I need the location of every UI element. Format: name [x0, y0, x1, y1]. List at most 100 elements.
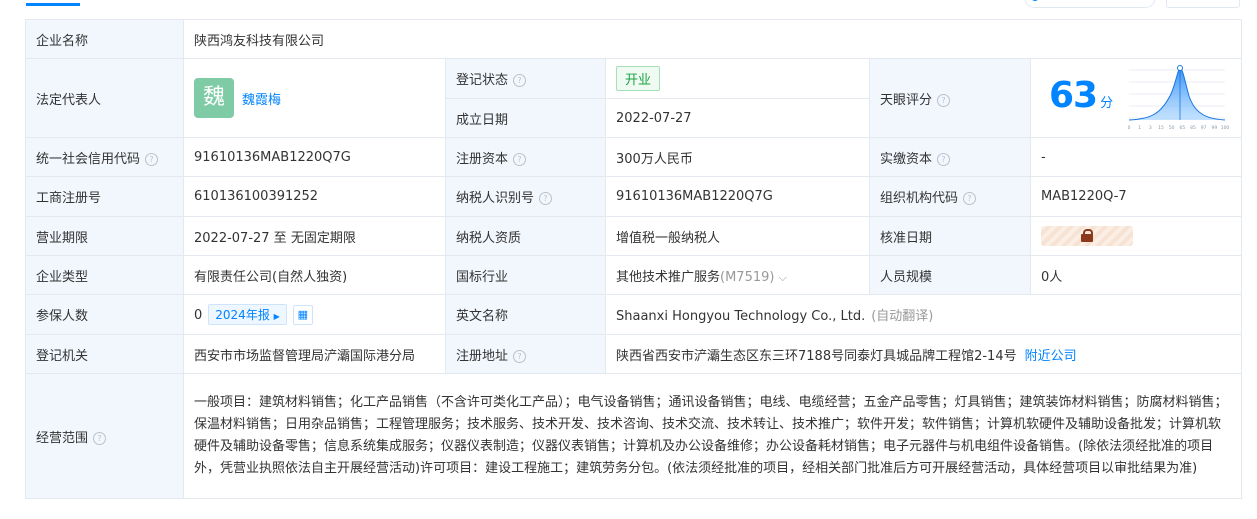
taxpayer-qual-label: 纳税人资质	[445, 216, 606, 256]
approval-date-cell	[1030, 216, 1242, 256]
table-row: 经营范围? 一般项目：建筑材料销售；化工产品销售（不含许可类化工产品）；电气设备…	[25, 373, 1242, 499]
locked-value-button[interactable]	[1041, 226, 1133, 246]
address-value: 陕西省西安市浐灞生态区东三环7188号同泰灯具城品牌工程馆2-14号	[616, 348, 1017, 364]
table-row: 企业名称 陕西鸿友科技有限公司	[25, 19, 1242, 59]
nearby-companies-link[interactable]: 附近公司	[1025, 349, 1077, 364]
reg-capital-value: 300万人民币	[605, 137, 870, 177]
scope-label-cell: 经营范围?	[25, 373, 184, 499]
tick-label: 65	[1179, 125, 1185, 131]
address-label: 注册地址	[456, 348, 509, 364]
tick-label: 1	[1138, 125, 1141, 131]
type-label: 企业类型	[25, 255, 184, 295]
term-label: 营业期限	[25, 216, 184, 256]
address-label-cell: 注册地址?	[445, 334, 606, 374]
taxpayer-id-value: 91610136MAB1220Q7G	[605, 176, 870, 217]
report-year-label: 2024年报	[215, 307, 270, 322]
tick-label: 50	[1169, 125, 1175, 131]
legal-rep-link[interactable]: 魏霞梅	[242, 93, 281, 108]
biz-reg-no-label: 工商注册号	[25, 176, 184, 217]
report-year-button[interactable]: 2024年报 ▶	[208, 303, 287, 325]
question-circle-icon[interactable]: ?	[145, 152, 159, 166]
credit-code-label-cell: 统一社会信用代码?	[25, 137, 184, 177]
reg-status-label-cell: 登记状态?	[445, 58, 606, 99]
org-code-value: MAB1220Q-7	[1030, 176, 1242, 217]
address-cell: 陕西省西安市浐灞生态区东三环7188号同泰灯具城品牌工程馆2-14号 附近公司	[605, 334, 1242, 374]
avatar[interactable]: 魏	[194, 78, 234, 118]
tick-label: 0	[1128, 125, 1131, 131]
top-action-button[interactable]	[1166, 0, 1240, 8]
en-name-cell: Shaanxi Hongyou Technology Co., Ltd. (自动翻…	[605, 294, 1242, 335]
industry-code: (M7519)	[720, 269, 775, 285]
question-circle-icon[interactable]: ?	[963, 192, 977, 205]
score-label-cell: 天眼评分?	[869, 58, 1031, 138]
question-circle-icon[interactable]: ?	[539, 192, 553, 205]
question-circle-icon[interactable]: ?	[93, 431, 107, 445]
established-label: 成立日期	[445, 98, 606, 138]
toggle-dot-icon	[1031, 0, 1039, 1]
legal-rep-cell: 魏魏霞梅	[183, 58, 446, 138]
company-name: 陕西鸿友科技有限公司	[183, 19, 1242, 59]
table-row: 参保人数 0 2024年报 ▶ ▦ 英文名称 Shaanxi Hongyou Tec…	[25, 294, 1242, 335]
tick-label: 99	[1211, 125, 1217, 131]
org-code-label-cell: 组织机构代码?	[869, 176, 1031, 217]
staff-label: 人员规模	[869, 255, 1031, 295]
score-value: 63	[1049, 75, 1098, 116]
reg-capital-label: 注册资本	[456, 151, 509, 167]
caret-right-icon: ▶	[273, 311, 280, 321]
company-info-table: 企业名称 陕西鸿友科技有限公司 法定代表人 魏魏霞梅 登记状态? 开业 天眼评分…	[25, 19, 1242, 499]
table-row: 营业期限 2022-07-27 至 无固定期限 纳税人资质 增值税一般纳税人 核…	[25, 216, 1242, 256]
scope-label: 经营范围	[36, 430, 89, 446]
score-unit: 分	[1100, 96, 1114, 111]
en-name-value: Shaanxi Hongyou Technology Co., Ltd.	[616, 309, 866, 324]
active-tab-indicator	[26, 3, 80, 6]
legal-rep-label: 法定代表人	[25, 58, 184, 138]
staff-value: 0人	[1030, 255, 1242, 295]
business-scope-text: 一般项目：建筑材料销售；化工产品销售（不含许可类化工产品）；电气设备销售；通讯设…	[183, 373, 1242, 499]
tick-label: 100	[1221, 125, 1230, 131]
score-cell[interactable]: 63 分 0 1 3 15 50 65 85 97 99 100	[1030, 58, 1242, 138]
approval-date-label: 核准日期	[869, 216, 1031, 256]
insured-cell: 0 2024年报 ▶ ▦	[183, 294, 446, 335]
paid-capital-label-cell: 实缴资本?	[869, 137, 1031, 177]
score-value-wrap: 63 分	[1049, 75, 1113, 116]
score-distribution-chart: 0 1 3 15 50 65 85 97 99 100	[1128, 65, 1230, 131]
tick-label: 97	[1201, 125, 1207, 131]
status-badge: 开业	[616, 66, 661, 91]
bar-chart-icon[interactable]: ▦	[292, 305, 313, 326]
lock-icon-body	[1081, 234, 1093, 242]
auto-translate-note: (自动翻译)	[871, 309, 934, 324]
reg-capital-label-cell: 注册资本?	[445, 137, 606, 177]
question-circle-icon[interactable]: ?	[937, 152, 951, 166]
taxpayer-id-label-cell: 纳税人识别号?	[445, 176, 606, 217]
question-circle-icon[interactable]: ?	[937, 93, 951, 107]
question-circle-icon[interactable]: ?	[513, 349, 527, 363]
top-toggle-button[interactable]	[1024, 0, 1156, 8]
credit-code-label: 统一社会信用代码	[36, 151, 141, 167]
type-value: 有限责任公司(自然人独资)	[183, 255, 446, 295]
term-value: 2022-07-27 至 无固定期限	[183, 216, 446, 256]
table-row: 登记机关 西安市市场监督管理局浐灞国际港分局 注册地址? 陕西省西安市浐灞生态区…	[25, 334, 1242, 374]
question-circle-icon[interactable]: ?	[513, 74, 527, 87]
biz-reg-no-value: 610136100391252	[183, 176, 446, 217]
paid-capital-value: -	[1030, 137, 1242, 177]
question-circle-icon[interactable]: ?	[513, 152, 527, 166]
score-label: 天眼评分	[880, 92, 933, 108]
insured-label: 参保人数	[25, 294, 184, 335]
insured-value: 0	[194, 307, 203, 323]
authority-label: 登记机关	[25, 334, 184, 374]
chevron-down-icon[interactable]: ⌵	[778, 271, 786, 284]
tick-label: 15	[1158, 125, 1164, 131]
company-name-label: 企业名称	[25, 19, 184, 59]
industry-cell[interactable]: 其他技术推广服务(M7519) ⌵	[605, 255, 870, 295]
taxpayer-id-label: 纳税人识别号	[456, 191, 535, 206]
reg-status-label: 登记状态	[456, 73, 509, 88]
org-code-label: 组织机构代码	[880, 191, 959, 206]
table-row: 法定代表人 魏魏霞梅 登记状态? 开业 天眼评分? 63 分 0 1 3 15 …	[25, 58, 1242, 138]
tick-label: 3	[1149, 125, 1152, 131]
tick-label: 85	[1190, 125, 1196, 131]
paid-capital-label: 实缴资本	[880, 151, 933, 167]
authority-value: 西安市市场监督管理局浐灞国际港分局	[183, 334, 446, 374]
taxpayer-qual-value: 增值税一般纳税人	[605, 216, 870, 256]
table-row: 企业类型 有限责任公司(自然人独资) 国标行业 其他技术推广服务(M7519) ⌵…	[25, 255, 1242, 295]
established-value: 2022-07-27	[605, 98, 870, 138]
